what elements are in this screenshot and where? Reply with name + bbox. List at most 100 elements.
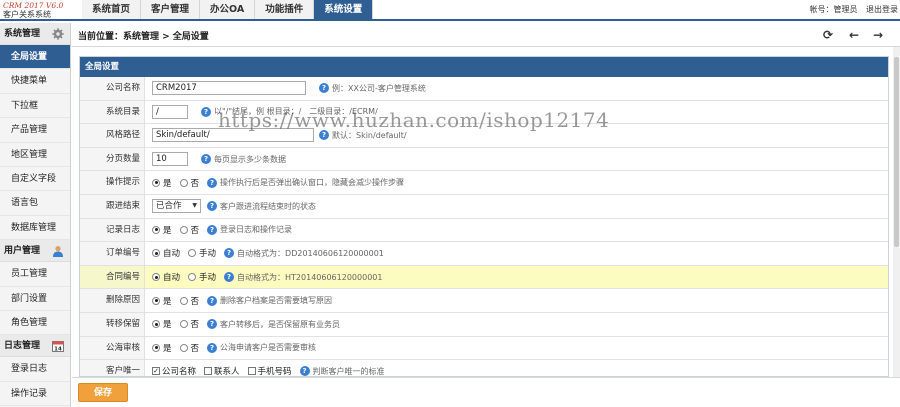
save-button[interactable]: 保存 [78, 383, 128, 402]
form-row-style: 风格路径 ? 默认：Skin/default/ [80, 124, 888, 148]
account-label: 帐号：管理员 [809, 5, 858, 14]
help-icon: ? [201, 106, 211, 117]
user-icon [53, 246, 63, 258]
help-icon: ? [207, 224, 218, 235]
field-hint: 删除客户档案是否需要填写原因 [220, 296, 333, 306]
radio-no[interactable]: 否 [179, 342, 199, 354]
radio-manual[interactable]: 手动 [188, 247, 216, 259]
nav-home[interactable]: 系统首页 [82, 0, 142, 19]
nav-plugins[interactable]: 功能插件 [255, 0, 315, 19]
help-icon: ? [319, 130, 329, 141]
page-size-input[interactable] [152, 152, 188, 167]
radio-auto[interactable]: 自动 [152, 271, 180, 283]
radio-yes[interactable]: 是 [152, 342, 172, 354]
company-name-input[interactable] [152, 81, 306, 96]
radio-yes[interactable]: 是 [152, 177, 172, 189]
sidebar-section-users[interactable]: 用户管理 [0, 240, 70, 263]
help-icon: ? [224, 248, 235, 259]
form-row-optip: 操作提示 是 否 ? 操作执行后是否弹出确认窗口，隐藏会减少操作步骤 [80, 171, 888, 195]
refresh-icon[interactable]: ⟳ [821, 28, 835, 42]
sidebar-section-system[interactable]: 系统管理 [0, 23, 70, 45]
help-icon: ? [207, 177, 218, 188]
system-dir-input[interactable] [152, 104, 188, 119]
field-label: 删除原因 [80, 289, 145, 312]
field-label: 公司名称 [80, 77, 145, 100]
field-label: 系统目录 [80, 100, 145, 124]
field-label: 转移保留 [80, 312, 145, 336]
radio-yes[interactable]: 是 [152, 224, 172, 236]
radio-no[interactable]: 否 [179, 177, 199, 189]
checkbox-mobile[interactable]: 手机号码 [247, 365, 292, 376]
field-label: 风格路径 [80, 124, 145, 147]
forward-icon[interactable]: → [871, 28, 885, 42]
help-icon: ? [207, 342, 218, 353]
field-hint: 自动格式为：DD20140606120000001 [237, 248, 384, 258]
radio-auto[interactable]: 自动 [152, 247, 180, 259]
nav-customers[interactable]: 客户管理 [141, 0, 201, 19]
sidebar-item-operation-log[interactable]: 操作记录 [0, 382, 70, 407]
back-icon[interactable]: ← [847, 28, 861, 42]
footer-bar: 保存 [72, 377, 900, 407]
form-row-sysdir: 系统目录 ? 以"/"结尾，例 根目录：/ 二级目录：/ECRM/ [80, 100, 888, 125]
top-nav: 系统首页 客户管理 办公OA 功能插件 系统设置 [82, 0, 374, 19]
sidebar: 系统管理 全局设置 快捷菜单 下拉框 产品管理 地区管理 自定义字段 语言包 数… [0, 23, 71, 407]
form-row-logrec: 记录日志 是 否 ? 登录日志和操作记录 [80, 218, 888, 243]
radio-yes[interactable]: 是 [152, 295, 172, 307]
field-label: 客户唯一 [80, 360, 145, 376]
form-row-company: 公司名称 ? 例：XX公司-客户管理系统 [80, 77, 888, 101]
scrollbar-thumb[interactable] [894, 57, 899, 247]
logout-link[interactable]: 退出登录 [866, 5, 898, 14]
nav-system-settings[interactable]: 系统设置 [314, 0, 374, 19]
field-hint: 公海申请客户是否需要审核 [220, 343, 317, 353]
sidebar-item-regions[interactable]: 地区管理 [0, 143, 70, 167]
sidebar-item-departments[interactable]: 部门设置 [0, 287, 70, 311]
field-label: 记录日志 [80, 218, 145, 242]
app-logo: CRM 2017 V6.0 客户关系系统 [3, 1, 81, 20]
calendar-icon: 14 [52, 341, 64, 353]
help-icon: ? [207, 201, 217, 212]
sidebar-item-global-settings[interactable]: 全局设置 [0, 45, 70, 70]
field-label: 订单编号 [80, 242, 145, 265]
field-hint: 客户转移后，是否保留原有业务员 [220, 319, 341, 329]
form-row-unique: 客户唯一 ✓ 公司名称 联系人 手机号码 ? 判断客户唯一的标准 [80, 360, 888, 376]
form-row-orderno: 订单编号 自动 手动 ? 自动格式为：DD20140606120000001 [80, 242, 888, 266]
form-row-pagesize: 分页数量 ? 每页显示多少条数据 [80, 147, 888, 172]
gear-icon [52, 28, 64, 40]
sidebar-section-label: 日志管理 [4, 341, 41, 352]
form-row-transfer: 转移保留 是 否 ? 客户转移后，是否保留原有业务员 [80, 312, 888, 337]
sidebar-item-dropdown[interactable]: 下拉框 [0, 94, 70, 119]
logo-version: CRM 2017 V6.0 [3, 1, 64, 10]
radio-manual[interactable]: 手动 [188, 271, 216, 283]
sidebar-item-staff[interactable]: 员工管理 [0, 262, 70, 287]
breadcrumb: 当前位置：系统管理 > 全局设置 [78, 32, 209, 42]
help-icon: ? [224, 272, 235, 283]
sidebar-item-roles[interactable]: 角色管理 [0, 311, 70, 336]
field-hint: 每页显示多少条数据 [214, 154, 286, 164]
user-area: 帐号：管理员 退出登录 [803, 4, 898, 15]
radio-no[interactable]: 否 [179, 295, 199, 307]
followup-status-select[interactable]: 已合作 ▼ [152, 199, 201, 214]
sidebar-item-language[interactable]: 语言包 [0, 191, 70, 216]
style-path-input[interactable] [152, 128, 314, 143]
sidebar-item-login-log[interactable]: 登录日志 [0, 357, 70, 382]
sidebar-item-products[interactable]: 产品管理 [0, 118, 70, 143]
form-row-contractno: 合同编号 自动 手动 ? 自动格式为：HT20140606120000001 [80, 265, 888, 290]
radio-no[interactable]: 否 [179, 224, 199, 236]
radio-no[interactable]: 否 [179, 318, 199, 330]
scrollbar[interactable] [893, 47, 900, 377]
field-hint: 判断客户唯一的标准 [312, 366, 385, 376]
sidebar-item-database[interactable]: 数据库管理 [0, 216, 70, 241]
field-label: 跟进结束 [80, 194, 145, 218]
radio-yes[interactable]: 是 [152, 318, 172, 330]
help-icon: ? [207, 295, 218, 306]
checkbox-contact[interactable]: 联系人 [204, 365, 240, 376]
help-icon: ? [207, 319, 218, 330]
checkbox-company-name[interactable]: ✓ 公司名称 [152, 365, 196, 376]
logo-title: 客户关系系统 [3, 10, 51, 19]
sidebar-item-custom-fields[interactable]: 自定义字段 [0, 167, 70, 192]
sidebar-item-shortcut-menu[interactable]: 快捷菜单 [0, 69, 70, 94]
form-row-seapprove: 公海审核 是 否 ? 公海申请客户是否需要审核 [80, 336, 888, 361]
field-label: 操作提示 [80, 171, 145, 194]
nav-office-oa[interactable]: 办公OA [200, 0, 256, 19]
sidebar-section-logs[interactable]: 日志管理 14 [0, 335, 70, 358]
